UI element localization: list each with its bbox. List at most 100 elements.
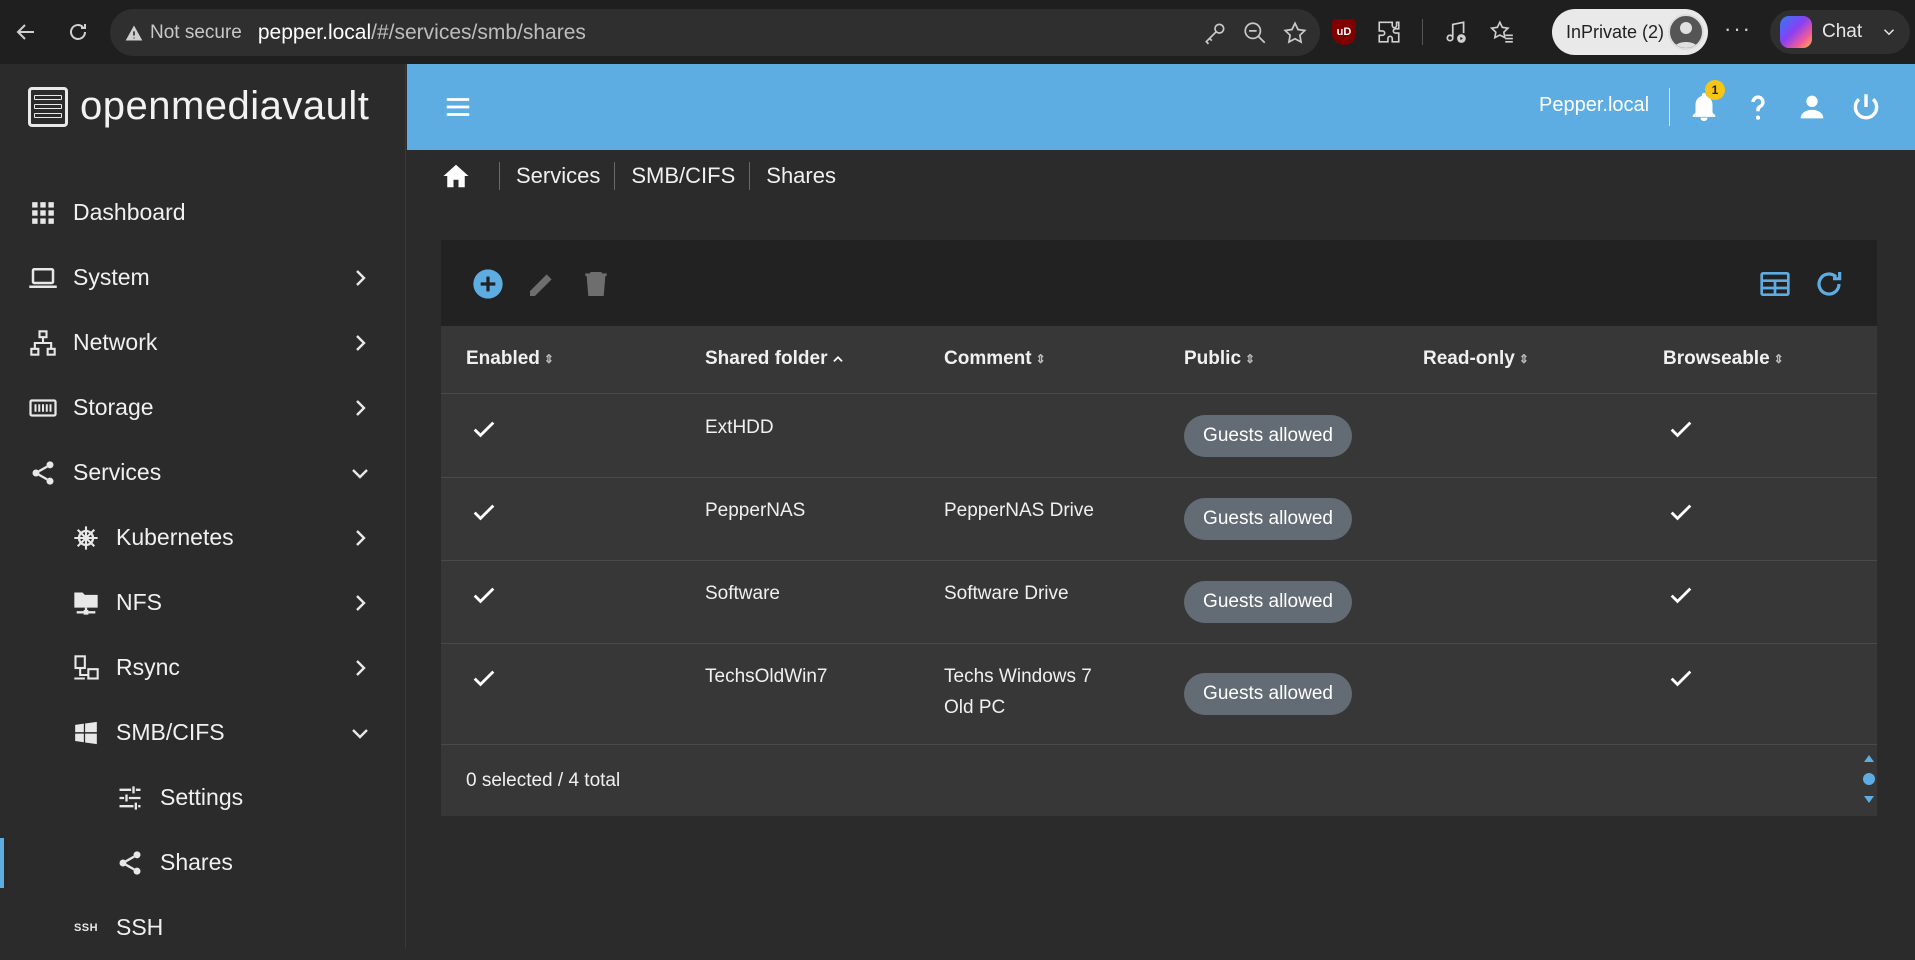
sidebar-item-rsync[interactable]: Rsync [0,635,406,700]
chevron-down-icon [352,468,368,479]
sidebar-item-label: NFS [116,589,162,615]
table-columns-icon[interactable] [1759,268,1791,300]
sidebar-item-storage[interactable]: Storage [0,375,406,440]
sidebar-item-services[interactable]: Services [0,440,406,505]
chevron-right-icon [356,529,366,546]
tune-icon [115,783,145,813]
table-row[interactable]: PepperNAS PepperNAS Drive Guests allowed [441,478,1877,561]
delete-trash-icon[interactable] [580,268,612,300]
sidebar-nav: Dashboard System Network Storage Service… [0,180,406,960]
table-toolbar [441,240,1877,326]
sort-icon: ⇕ [543,352,554,366]
user-account-icon[interactable] [1795,90,1829,124]
ssh-icon: SSH [73,921,99,934]
storage-icon [28,393,58,423]
table-row[interactable]: Software Software Drive Guests allowed [441,561,1877,644]
favorites-icon[interactable] [1489,19,1515,45]
grid-icon [28,198,58,228]
notification-count-badge: 1 [1705,80,1725,100]
sidebar-item-shares[interactable]: Shares [0,830,406,895]
scroll-indicator-icon[interactable] [1861,750,1877,808]
sidebar-item-label: SMB/CIFS [116,719,225,745]
menu-icon[interactable] [443,92,473,122]
toolbar-divider [1422,19,1423,45]
sidebar-item-nfs[interactable]: NFS [0,570,406,635]
sidebar-item-kubernetes[interactable]: Kubernetes [0,505,406,570]
enabled-check-icon [473,421,495,438]
help-icon[interactable] [1741,90,1775,124]
app-logo[interactable]: openmediavault [28,84,369,129]
comment-cell: Software Drive [944,583,1069,604]
refresh-icon [70,24,86,40]
omv-logo-icon [28,86,68,127]
address-bar[interactable]: Not secure pepper.local/#/services/smb/s… [110,9,1320,56]
share-icon [115,848,145,878]
sidebar-item-network[interactable]: Network [0,310,406,375]
app-header: Pepper.local 1 [407,64,1915,150]
chevron-down-icon [352,728,368,739]
ublock-extension-icon[interactable]: uD [1332,19,1356,45]
refresh-button[interactable] [58,12,98,52]
sidebar-item-label: Network [73,329,158,355]
not-secure-label[interactable]: Not secure [150,22,242,44]
chevron-right-icon [356,269,366,286]
sidebar-item-label: System [73,264,150,290]
browseable-check-icon [1670,421,1692,438]
breadcrumb-shares: Shares [766,163,836,188]
sidebar-item-label: Kubernetes [116,524,234,550]
more-options-button[interactable]: ··· [1724,16,1752,42]
favorite-star-icon[interactable] [1282,20,1308,46]
share-icon [28,458,58,488]
inprivate-button[interactable]: InPrivate (2) [1552,9,1708,55]
key-icon[interactable] [1202,20,1228,46]
power-icon[interactable] [1849,90,1883,124]
edit-pencil-icon[interactable] [526,268,558,300]
sidebar-item-smb-cifs[interactable]: SMB/CIFS [0,700,406,765]
media-control-icon[interactable] [1443,19,1469,45]
column-header-browseable[interactable]: Browseable ⇕ [1663,348,1784,370]
browseable-check-icon [1670,587,1692,604]
back-button[interactable] [6,12,46,52]
sidebar-item-dashboard[interactable]: Dashboard [0,180,406,245]
warning-icon [125,25,143,40]
browseable-check-icon [1670,670,1692,687]
shared-folder-cell: Software [705,583,780,604]
network-icon [28,328,58,358]
selection-summary: 0 selected / 4 total [466,770,621,791]
chevron-right-icon [356,659,366,676]
sidebar-item-label: Storage [73,394,154,420]
column-header-shared-folder[interactable]: Shared folder [705,348,845,370]
home-icon[interactable] [441,161,471,191]
enabled-check-icon [473,504,495,521]
breadcrumb: Services SMB/CIFS Shares [441,158,836,194]
sort-icon: ⇕ [1035,352,1046,366]
column-header-comment[interactable]: Comment ⇕ [944,348,1046,370]
column-header-public[interactable]: Public ⇕ [1184,348,1255,370]
copilot-chat-button[interactable]: Chat [1770,10,1910,54]
url-host: pepper.local [257,20,372,44]
sort-icon: ⇕ [1518,352,1529,366]
sidebar-item-ssh[interactable]: SSH SSH [0,895,406,960]
chevron-right-icon [356,334,366,351]
sidebar-item-system[interactable]: System [0,245,406,310]
zoom-out-icon[interactable] [1242,20,1268,46]
sidebar-item-settings[interactable]: Settings [0,765,406,830]
public-status-chip: Guests allowed [1184,415,1352,457]
column-header-enabled[interactable]: Enabled ⇕ [466,348,554,370]
sidebar-item-label: Services [73,459,162,485]
breadcrumb-divider [749,162,751,190]
breadcrumb-divider [614,162,616,190]
table-row[interactable]: TechsOldWin7 Techs Windows 7 Old PC Gues… [441,644,1877,745]
breadcrumb-services[interactable]: Services [516,163,600,189]
sort-icon: ⇕ [1773,352,1784,366]
add-icon[interactable] [472,268,504,300]
public-status-chip: Guests allowed [1184,498,1352,540]
reload-icon[interactable] [1813,268,1845,300]
sidebar-item-label: Dashboard [73,199,186,225]
extensions-icon[interactable] [1376,19,1402,45]
chevron-right-icon [356,594,366,611]
sidebar: openmediavault Dashboard System Network … [0,64,406,948]
breadcrumb-smb-cifs[interactable]: SMB/CIFS [631,163,735,189]
table-row[interactable]: ExtHDD Guests allowed [441,395,1877,478]
column-header-read-only[interactable]: Read-only ⇕ [1423,348,1529,370]
